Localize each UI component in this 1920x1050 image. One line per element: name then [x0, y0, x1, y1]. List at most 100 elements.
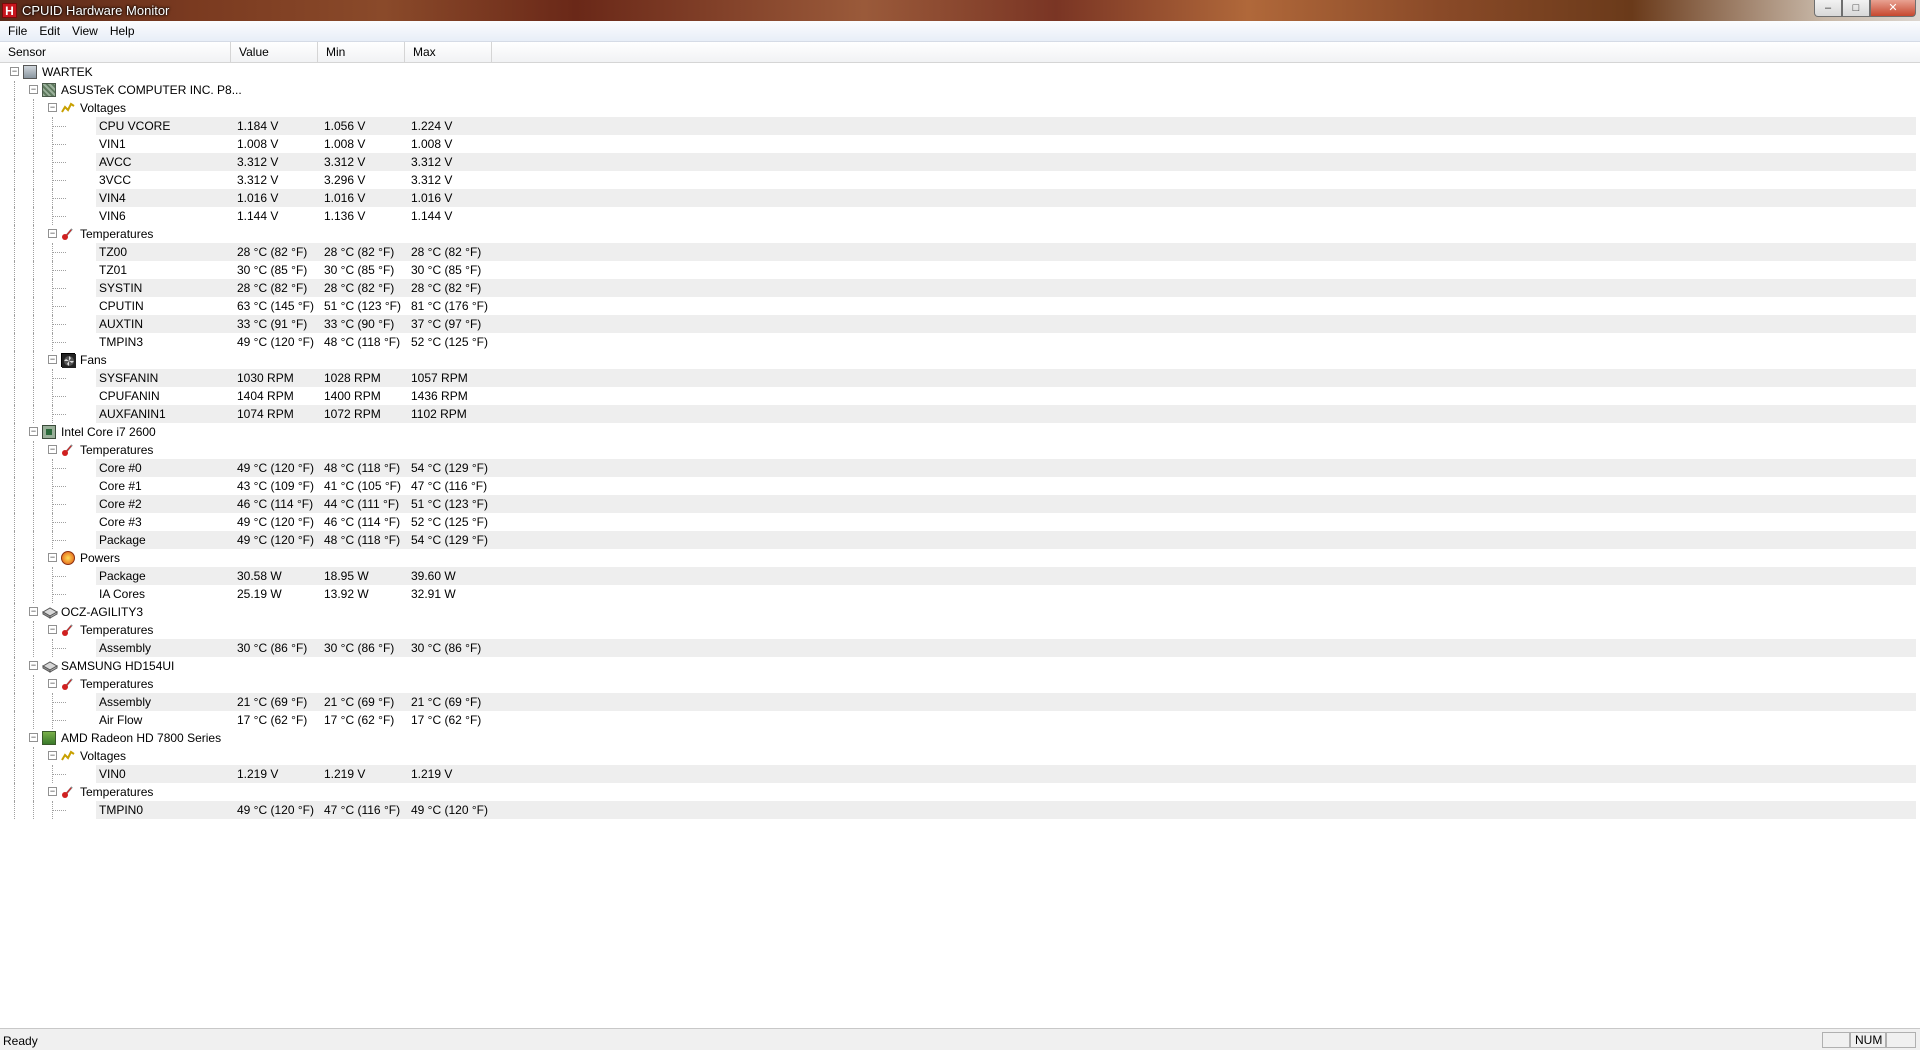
menu-help[interactable]: Help	[104, 24, 141, 38]
tree-node-row[interactable]: − OCZ-AGILITY3	[0, 603, 1920, 621]
tree-node-row[interactable]: − AMD Radeon HD 7800 Series	[0, 729, 1920, 747]
minimize-button[interactable]: ‒	[1814, 0, 1842, 17]
sensor-row[interactable]: VIN1 1.008 V 1.008 V 1.008 V	[0, 135, 1920, 153]
sensor-name: Package	[99, 533, 146, 547]
tree-node-row[interactable]: − Powers	[0, 549, 1920, 567]
sensor-row[interactable]: VIN4 1.016 V 1.016 V 1.016 V	[0, 189, 1920, 207]
collapse-toggle[interactable]: −	[48, 679, 57, 688]
sensor-max: 3.312 V	[411, 173, 453, 187]
collapse-toggle[interactable]: −	[48, 625, 57, 634]
close-button[interactable]: ✕	[1870, 0, 1916, 17]
window-title: CPUID Hardware Monitor	[22, 3, 170, 18]
collapse-toggle[interactable]: −	[29, 85, 38, 94]
tree-connector	[14, 495, 15, 513]
tree-node-row[interactable]: − Fans	[0, 351, 1920, 369]
tree-connector	[14, 297, 15, 315]
sensor-row[interactable]: Core #1 43 °C (109 °F) 41 °C (105 °F) 47 °C…	[0, 477, 1920, 495]
sensor-row[interactable]: Core #0 49 °C (120 °F) 48 °C (118 °F) 54 °C…	[0, 459, 1920, 477]
sensor-row[interactable]: SYSFANIN 1030 RPM 1028 RPM 1057 RPM	[0, 369, 1920, 387]
tree-node-row[interactable]: − Voltages	[0, 99, 1920, 117]
menu-file[interactable]: File	[2, 24, 33, 38]
collapse-toggle[interactable]: −	[48, 787, 57, 796]
tree-node-row[interactable]: − Intel Core i7 2600	[0, 423, 1920, 441]
sensor-min: 17 °C (62 °F)	[324, 713, 395, 727]
tree-connector	[33, 279, 34, 297]
sensor-row[interactable]: Air Flow 17 °C (62 °F) 17 °C (62 °F) 17 °C …	[0, 711, 1920, 729]
sensor-row[interactable]: TZ00 28 °C (82 °F) 28 °C (82 °F) 28 °C (82 …	[0, 243, 1920, 261]
collapse-toggle[interactable]: −	[29, 607, 38, 616]
sensor-name: VIN4	[99, 191, 126, 205]
node-label: ASUSTeK COMPUTER INC. P8...	[61, 83, 242, 97]
tree-connector	[33, 189, 34, 207]
menu-view[interactable]: View	[66, 24, 104, 38]
tree-connector	[14, 459, 15, 477]
collapse-toggle[interactable]: −	[48, 445, 57, 454]
sensor-row[interactable]: Package 30.58 W 18.95 W 39.60 W	[0, 567, 1920, 585]
sensor-name: SYSTIN	[99, 281, 143, 295]
sensor-row[interactable]: TMPIN0 49 °C (120 °F) 47 °C (116 °F) 49 °C …	[0, 801, 1920, 819]
menu-edit[interactable]: Edit	[33, 24, 66, 38]
sensor-max: 1.008 V	[411, 137, 453, 151]
sensor-value: 1074 RPM	[237, 407, 294, 421]
sensor-row[interactable]: Core #3 49 °C (120 °F) 46 °C (114 °F) 52 °C…	[0, 513, 1920, 531]
tree-connector	[14, 189, 15, 207]
sensor-row[interactable]: AUXTIN 33 °C (91 °F) 33 °C (90 °F) 37 °C (9…	[0, 315, 1920, 333]
sensor-row[interactable]: SYSTIN 28 °C (82 °F) 28 °C (82 °F) 28 °C (8…	[0, 279, 1920, 297]
sensor-max: 28 °C (82 °F)	[411, 281, 482, 295]
sensor-row[interactable]: Core #2 46 °C (114 °F) 44 °C (111 °F) 51 °C…	[0, 495, 1920, 513]
sensor-max: 54 °C (129 °F)	[411, 533, 488, 547]
tree-node-row[interactable]: − Temperatures	[0, 225, 1920, 243]
sensor-row[interactable]: AUXFANIN1 1074 RPM 1072 RPM 1102 RPM	[0, 405, 1920, 423]
collapse-toggle[interactable]: −	[48, 355, 57, 364]
sensor-value: 1404 RPM	[237, 389, 294, 403]
tree-node-row[interactable]: − Temperatures	[0, 783, 1920, 801]
tree-node-row[interactable]: − Voltages	[0, 747, 1920, 765]
sensor-name: TZ00	[99, 245, 128, 259]
sensor-row[interactable]: Assembly 21 °C (69 °F) 21 °C (69 °F) 21 °C …	[0, 693, 1920, 711]
collapse-toggle[interactable]: −	[48, 751, 57, 760]
collapse-toggle[interactable]: −	[29, 661, 38, 670]
caption-buttons: ‒ □ ✕	[1814, 0, 1916, 18]
collapse-toggle[interactable]: −	[48, 229, 57, 238]
sensor-row[interactable]: Package 49 °C (120 °F) 48 °C (118 °F) 54 °C…	[0, 531, 1920, 549]
tree-connector	[33, 531, 34, 549]
sensor-row[interactable]: VIN0 1.219 V 1.219 V 1.219 V	[0, 765, 1920, 783]
sensor-row[interactable]: CPU VCORE 1.184 V 1.056 V 1.224 V	[0, 117, 1920, 135]
sensor-min: 1028 RPM	[324, 371, 381, 385]
sensor-row[interactable]: AVCC 3.312 V 3.312 V 3.312 V	[0, 153, 1920, 171]
sensor-row[interactable]: 3VCC 3.312 V 3.296 V 3.312 V	[0, 171, 1920, 189]
collapse-toggle[interactable]: −	[10, 67, 19, 76]
tree-node-row[interactable]: − SAMSUNG HD154UI	[0, 657, 1920, 675]
title-bar[interactable]: H CPUID Hardware Monitor ‒ □ ✕	[0, 0, 1920, 21]
tree-node-row[interactable]: − Temperatures	[0, 441, 1920, 459]
sensor-name: AVCC	[99, 155, 132, 169]
sensor-row[interactable]: TZ01 30 °C (85 °F) 30 °C (85 °F) 30 °C (85 …	[0, 261, 1920, 279]
tree-node-row[interactable]: − Temperatures	[0, 675, 1920, 693]
sensor-name: TMPIN3	[99, 335, 144, 349]
sensor-row[interactable]: TMPIN3 49 °C (120 °F) 48 °C (118 °F) 52 °C …	[0, 333, 1920, 351]
tree-node-row[interactable]: − Temperatures	[0, 621, 1920, 639]
tree-connector	[14, 243, 15, 261]
sensor-row[interactable]: Assembly 30 °C (86 °F) 30 °C (86 °F) 30 °C …	[0, 639, 1920, 657]
maximize-button[interactable]: □	[1842, 0, 1870, 17]
sensor-row[interactable]: CPUFANIN 1404 RPM 1400 RPM 1436 RPM	[0, 387, 1920, 405]
tree-node-row[interactable]: − ASUSTeK COMPUTER INC. P8...	[0, 81, 1920, 99]
column-header-value[interactable]: Value	[231, 42, 318, 62]
sensor-row[interactable]: IA Cores 25.19 W 13.92 W 32.91 W	[0, 585, 1920, 603]
column-header-min[interactable]: Min	[318, 42, 405, 62]
sensor-name: AUXTIN	[99, 317, 144, 331]
sensor-row[interactable]: VIN6 1.144 V 1.136 V 1.144 V	[0, 207, 1920, 225]
column-header-sensor[interactable]: Sensor	[0, 42, 231, 62]
tree-connector	[52, 594, 66, 595]
column-header-max[interactable]: Max	[405, 42, 492, 62]
collapse-toggle[interactable]: −	[48, 553, 57, 562]
tree-node-row[interactable]: − WARTEK	[0, 63, 1920, 81]
collapse-toggle[interactable]: −	[48, 103, 57, 112]
sensor-max: 1.016 V	[411, 191, 453, 205]
sensor-tree[interactable]: − WARTEK − ASUSTeK COMPUTER INC. P8... − Volt…	[0, 63, 1920, 819]
sensor-min: 47 °C (116 °F)	[324, 803, 401, 817]
sensor-row[interactable]: CPUTIN 63 °C (145 °F) 51 °C (123 °F) 81 °C …	[0, 297, 1920, 315]
collapse-toggle[interactable]: −	[29, 427, 38, 436]
collapse-toggle[interactable]: −	[29, 733, 38, 742]
sensor-min: 1.219 V	[324, 767, 366, 781]
